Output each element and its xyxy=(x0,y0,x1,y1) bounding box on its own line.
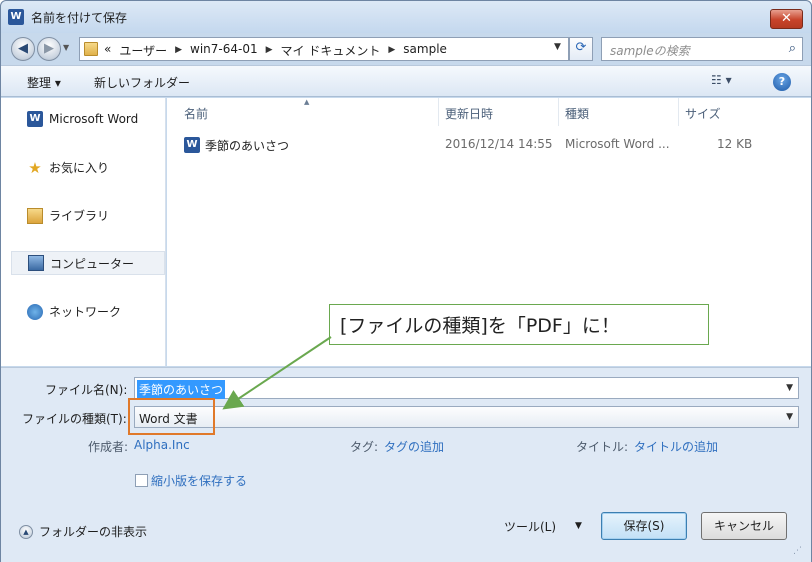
save-form: ファイル名(N): 季節のあいさつ ▼ ファイルの種類(T): Word 文書 … xyxy=(1,367,811,562)
author-label: 作成者: xyxy=(88,440,129,454)
hide-folders-label: フォルダーの非表示 xyxy=(39,525,148,539)
breadcrumb-item-user[interactable]: win7-64-01 xyxy=(190,42,258,59)
breadcrumb-chevron-icon[interactable]: ▶ xyxy=(175,42,182,59)
breadcrumb-chevron-icon[interactable]: ▶ xyxy=(388,42,395,59)
title-bar[interactable]: W 名前を付けて保存 ✕ xyxy=(1,1,811,33)
word-icon: W xyxy=(27,111,43,127)
tag-label: タグ: xyxy=(350,440,379,454)
new-folder-button[interactable]: 新しいフォルダー xyxy=(94,74,190,91)
annotation-callout: [ファイルの種類]を「PDF」に！ xyxy=(329,304,709,345)
title-value[interactable]: タイトルの追加 xyxy=(634,438,718,455)
sidebar-item-favorites[interactable]: ★ お気に入り xyxy=(27,159,109,176)
address-dropdown-icon[interactable]: ▼ xyxy=(554,42,561,52)
hide-folders-button[interactable]: ▲ フォルダーの非表示 xyxy=(19,523,147,540)
breadcrumb: « ユーザー ▶ win7-64-01 ▶ マイ ドキュメント ▶ sample xyxy=(104,42,447,59)
computer-icon xyxy=(28,255,44,271)
column-header-date[interactable]: 更新日時 xyxy=(445,105,493,122)
filetype-select[interactable]: Word 文書 ▼ xyxy=(134,406,799,428)
breadcrumb-item-users[interactable]: ユーザー xyxy=(119,42,167,59)
chevron-down-icon[interactable]: ▼ xyxy=(786,412,793,422)
file-type: Microsoft Word ... xyxy=(565,137,670,151)
file-name: 季節のあいさつ xyxy=(205,139,290,153)
collapse-icon: ▲ xyxy=(19,524,33,539)
back-arrow-icon[interactable]: ◀ xyxy=(11,37,35,61)
help-icon[interactable]: ? xyxy=(773,73,791,91)
filename-label: ファイル名(N): xyxy=(45,383,128,397)
column-divider[interactable] xyxy=(558,98,559,126)
close-button[interactable]: ✕ xyxy=(770,9,803,29)
file-date: 2016/12/14 14:55 xyxy=(445,137,553,151)
sidebar-item-label: ライブラリ xyxy=(49,209,110,223)
network-icon xyxy=(27,303,43,320)
column-header-type[interactable]: 種類 xyxy=(565,105,589,122)
search-box[interactable]: sampleの検索 ⌕ xyxy=(601,37,803,61)
breadcrumb-item-sample[interactable]: sample xyxy=(403,42,447,59)
sort-ascending-icon: ▲ xyxy=(304,98,310,106)
tag-value[interactable]: タグの追加 xyxy=(384,438,444,455)
filename-input[interactable]: 季節のあいさつ ▼ xyxy=(134,377,799,399)
sidebar-item-label: Microsoft Word xyxy=(49,112,139,126)
forward-arrow-icon[interactable]: ▶ xyxy=(37,37,61,61)
file-size: 12 KB xyxy=(717,137,753,151)
refresh-icon[interactable]: ⟳ xyxy=(569,37,593,61)
chevron-down-icon[interactable]: ▼ xyxy=(786,383,793,393)
title-label: タイトル: xyxy=(576,440,629,454)
search-icon[interactable]: ⌕ xyxy=(789,41,796,56)
resize-grip-icon[interactable]: ⋰ xyxy=(793,546,802,556)
sidebar-item-label: コンピューター xyxy=(50,256,135,271)
column-header-size[interactable]: サイズ xyxy=(685,105,721,122)
organize-button[interactable]: 整理 ▾ xyxy=(27,74,61,91)
view-options-button[interactable]: ☷ ▾ xyxy=(711,73,732,87)
save-thumbnail-checkbox[interactable] xyxy=(135,474,148,487)
breadcrumb-chevron-icon[interactable]: ▶ xyxy=(266,42,273,59)
author-value[interactable]: Alpha.Inc xyxy=(134,438,190,452)
column-divider[interactable] xyxy=(438,98,439,126)
save-button[interactable]: 保存(S) xyxy=(601,512,687,540)
sidebar-item-word[interactable]: W Microsoft Word xyxy=(27,111,138,127)
folder-icon xyxy=(84,42,98,56)
dialog-title: 名前を付けて保存 xyxy=(31,11,128,25)
navigation-pane: W Microsoft Word ★ お気に入り ライブラリ コンピューター ネ… xyxy=(1,98,166,366)
cancel-button[interactable]: キャンセル xyxy=(701,512,787,540)
navigation-row: ◀ ▶ ▼ « ユーザー ▶ win7-64-01 ▶ マイ ドキュメント ▶ … xyxy=(1,33,811,63)
table-row[interactable]: W 季節のあいさつ 2016/12/14 14:55 Microsoft Wor… xyxy=(167,134,811,156)
filetype-label: ファイルの種類(T): xyxy=(22,412,127,426)
library-icon xyxy=(27,207,43,224)
star-icon: ★ xyxy=(28,158,42,177)
column-divider[interactable] xyxy=(678,98,679,126)
filetype-highlight xyxy=(128,398,215,435)
tools-button[interactable]: ツール(L) xyxy=(504,518,556,535)
word-app-icon: W xyxy=(8,9,24,25)
breadcrumb-overflow[interactable]: « xyxy=(104,42,111,59)
tools-chevron-down-icon[interactable]: ▼ xyxy=(575,521,582,531)
toolbar: 整理 ▾ 新しいフォルダー ☷ ▾ ? xyxy=(1,65,811,97)
sidebar-item-network[interactable]: ネットワーク xyxy=(27,303,121,320)
sidebar-item-label: ネットワーク xyxy=(49,305,122,319)
address-bar[interactable]: « ユーザー ▶ win7-64-01 ▶ マイ ドキュメント ▶ sample… xyxy=(79,37,569,61)
column-header-name[interactable]: 名前 xyxy=(184,105,208,122)
sidebar-item-computer[interactable]: コンピューター xyxy=(11,251,165,275)
breadcrumb-item-documents[interactable]: マイ ドキュメント xyxy=(281,42,381,59)
save-thumbnail-label[interactable]: 縮小版を保存する xyxy=(151,472,247,489)
filename-value: 季節のあいさつ xyxy=(137,380,226,399)
sidebar-item-libraries[interactable]: ライブラリ xyxy=(27,207,109,224)
word-document-icon: W xyxy=(184,137,200,153)
search-input[interactable]: sampleの検索 xyxy=(610,42,690,59)
recent-pages-chevron-icon[interactable]: ▼ xyxy=(63,43,69,52)
sidebar-item-label: お気に入り xyxy=(49,161,110,175)
save-as-dialog: W 名前を付けて保存 ✕ ◀ ▶ ▼ « ユーザー ▶ win7-64-01 ▶… xyxy=(0,0,812,562)
